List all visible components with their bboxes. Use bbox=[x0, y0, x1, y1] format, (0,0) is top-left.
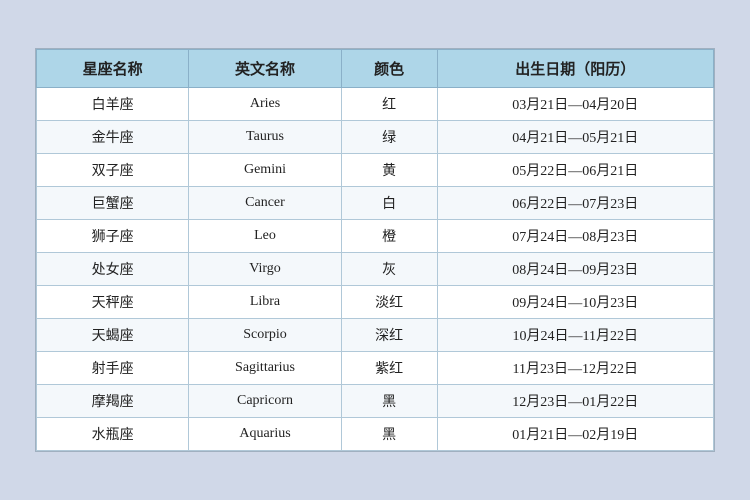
cell-5-0: 处女座 bbox=[37, 253, 189, 286]
cell-8-3: 11月23日—12月22日 bbox=[437, 352, 713, 385]
cell-4-0: 狮子座 bbox=[37, 220, 189, 253]
cell-1-3: 04月21日—05月21日 bbox=[437, 121, 713, 154]
cell-2-3: 05月22日—06月21日 bbox=[437, 154, 713, 187]
header-color: 颜色 bbox=[341, 50, 437, 88]
cell-7-1: Scorpio bbox=[189, 319, 341, 352]
cell-9-3: 12月23日—01月22日 bbox=[437, 385, 713, 418]
cell-7-3: 10月24日—11月22日 bbox=[437, 319, 713, 352]
cell-9-2: 黑 bbox=[341, 385, 437, 418]
cell-0-1: Aries bbox=[189, 88, 341, 121]
cell-3-1: Cancer bbox=[189, 187, 341, 220]
cell-6-1: Libra bbox=[189, 286, 341, 319]
table-row: 处女座Virgo灰08月24日—09月23日 bbox=[37, 253, 714, 286]
cell-0-2: 红 bbox=[341, 88, 437, 121]
cell-10-1: Aquarius bbox=[189, 418, 341, 451]
cell-0-0: 白羊座 bbox=[37, 88, 189, 121]
table-row: 天蝎座Scorpio深红10月24日—11月22日 bbox=[37, 319, 714, 352]
table-header-row: 星座名称 英文名称 颜色 出生日期（阳历） bbox=[37, 50, 714, 88]
table-row: 天秤座Libra淡红09月24日—10月23日 bbox=[37, 286, 714, 319]
cell-9-1: Capricorn bbox=[189, 385, 341, 418]
cell-2-0: 双子座 bbox=[37, 154, 189, 187]
cell-5-3: 08月24日—09月23日 bbox=[437, 253, 713, 286]
cell-10-2: 黑 bbox=[341, 418, 437, 451]
cell-7-2: 深红 bbox=[341, 319, 437, 352]
cell-8-0: 射手座 bbox=[37, 352, 189, 385]
cell-7-0: 天蝎座 bbox=[37, 319, 189, 352]
cell-5-2: 灰 bbox=[341, 253, 437, 286]
table-row: 白羊座Aries红03月21日—04月20日 bbox=[37, 88, 714, 121]
cell-5-1: Virgo bbox=[189, 253, 341, 286]
cell-1-0: 金牛座 bbox=[37, 121, 189, 154]
table-row: 金牛座Taurus绿04月21日—05月21日 bbox=[37, 121, 714, 154]
header-english-name: 英文名称 bbox=[189, 50, 341, 88]
cell-2-2: 黄 bbox=[341, 154, 437, 187]
cell-10-0: 水瓶座 bbox=[37, 418, 189, 451]
cell-3-0: 巨蟹座 bbox=[37, 187, 189, 220]
cell-8-1: Sagittarius bbox=[189, 352, 341, 385]
cell-4-1: Leo bbox=[189, 220, 341, 253]
cell-3-2: 白 bbox=[341, 187, 437, 220]
table-row: 射手座Sagittarius紫红11月23日—12月22日 bbox=[37, 352, 714, 385]
cell-4-2: 橙 bbox=[341, 220, 437, 253]
table-row: 摩羯座Capricorn黑12月23日—01月22日 bbox=[37, 385, 714, 418]
cell-6-3: 09月24日—10月23日 bbox=[437, 286, 713, 319]
cell-10-3: 01月21日—02月19日 bbox=[437, 418, 713, 451]
cell-4-3: 07月24日—08月23日 bbox=[437, 220, 713, 253]
header-dates: 出生日期（阳历） bbox=[437, 50, 713, 88]
cell-3-3: 06月22日—07月23日 bbox=[437, 187, 713, 220]
cell-9-0: 摩羯座 bbox=[37, 385, 189, 418]
table-row: 巨蟹座Cancer白06月22日—07月23日 bbox=[37, 187, 714, 220]
zodiac-table: 星座名称 英文名称 颜色 出生日期（阳历） 白羊座Aries红03月21日—04… bbox=[36, 49, 714, 451]
cell-6-0: 天秤座 bbox=[37, 286, 189, 319]
cell-1-1: Taurus bbox=[189, 121, 341, 154]
cell-1-2: 绿 bbox=[341, 121, 437, 154]
table-row: 水瓶座Aquarius黑01月21日—02月19日 bbox=[37, 418, 714, 451]
cell-0-3: 03月21日—04月20日 bbox=[437, 88, 713, 121]
table-row: 双子座Gemini黄05月22日—06月21日 bbox=[37, 154, 714, 187]
table-row: 狮子座Leo橙07月24日—08月23日 bbox=[37, 220, 714, 253]
cell-6-2: 淡红 bbox=[341, 286, 437, 319]
cell-8-2: 紫红 bbox=[341, 352, 437, 385]
zodiac-table-container: 星座名称 英文名称 颜色 出生日期（阳历） 白羊座Aries红03月21日—04… bbox=[35, 48, 715, 452]
cell-2-1: Gemini bbox=[189, 154, 341, 187]
table-body: 白羊座Aries红03月21日—04月20日金牛座Taurus绿04月21日—0… bbox=[37, 88, 714, 451]
header-chinese-name: 星座名称 bbox=[37, 50, 189, 88]
